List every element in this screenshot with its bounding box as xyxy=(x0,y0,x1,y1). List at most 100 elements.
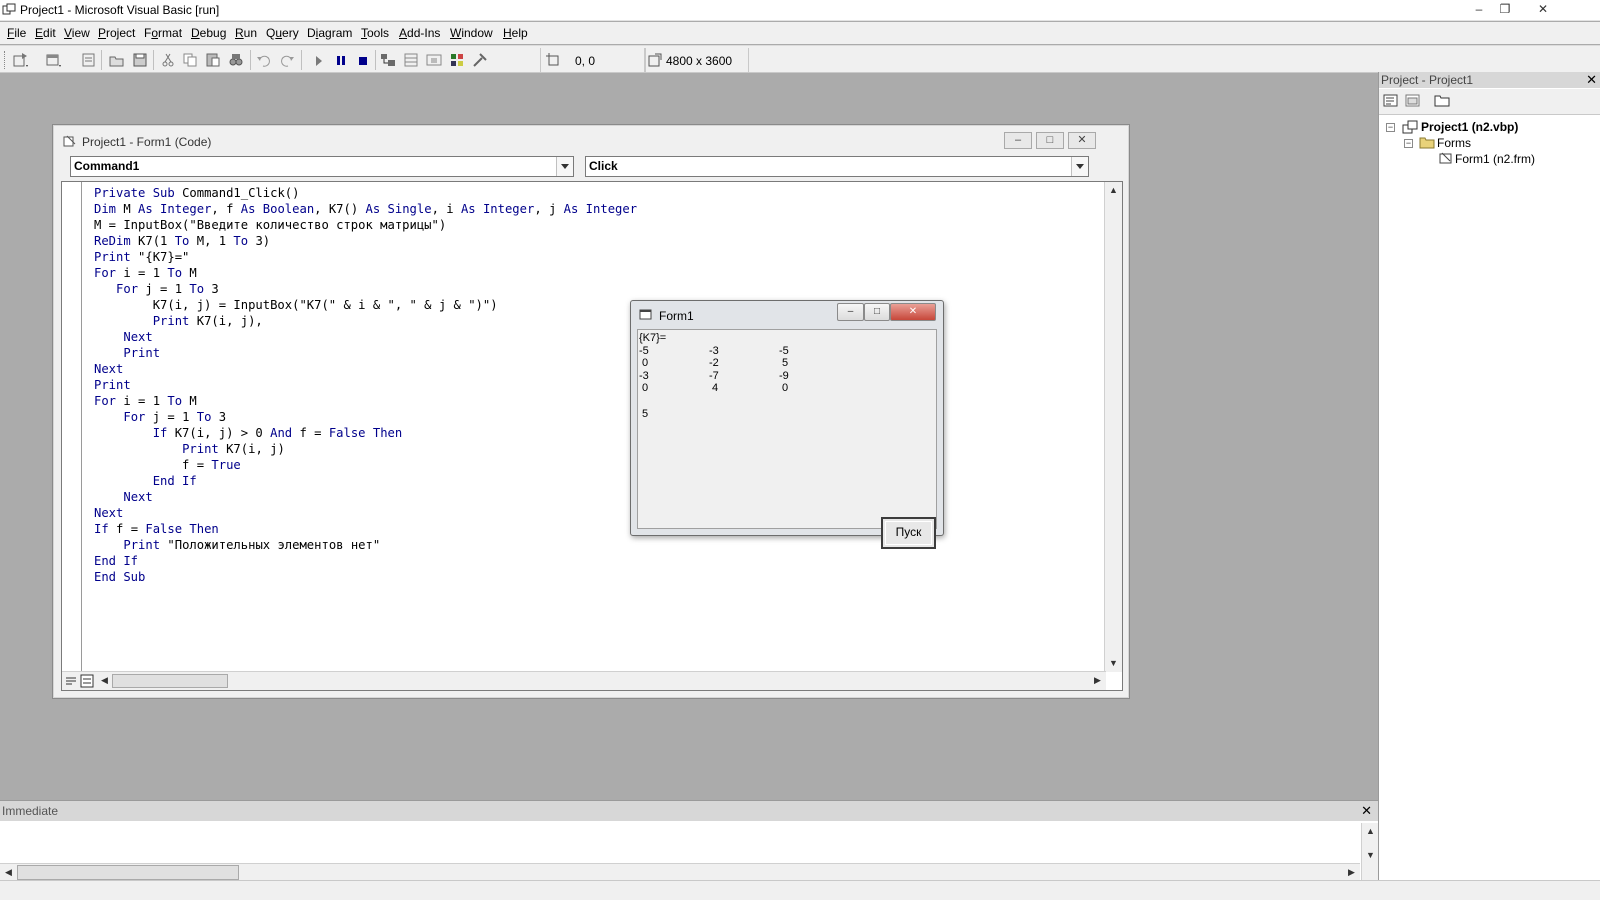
menu-project[interactable]: Project xyxy=(98,26,135,40)
code-line[interactable]: Next xyxy=(94,505,637,521)
code-minimize-button[interactable]: – xyxy=(1004,132,1032,149)
end-icon[interactable] xyxy=(354,51,372,69)
copy-icon[interactable] xyxy=(181,51,199,69)
form1-close-button[interactable]: ✕ xyxy=(890,303,936,321)
properties-window-icon[interactable] xyxy=(402,51,420,69)
immediate-vertical-scrollbar[interactable]: ▲ ▼ xyxy=(1361,823,1378,881)
menu-window[interactable]: Window xyxy=(450,26,493,40)
code-line[interactable]: M = InputBox("Введите количество строк м… xyxy=(94,217,637,233)
immediate-scroll-left-icon[interactable]: ◀ xyxy=(0,864,17,881)
code-line[interactable]: Print K7(i, j), xyxy=(94,313,637,329)
code-line[interactable]: Next xyxy=(94,489,637,505)
menu-edit[interactable]: Edit xyxy=(35,26,56,40)
toolbar-grip[interactable] xyxy=(4,51,7,69)
add-project-icon[interactable] xyxy=(12,51,30,69)
object-combo[interactable]: Command1 xyxy=(70,156,574,177)
menu-file[interactable]: File xyxy=(7,26,26,40)
tree-node-forms[interactable]: Forms xyxy=(1437,136,1471,150)
menu-query[interactable]: Query xyxy=(266,26,299,40)
menu-debug[interactable]: Debug xyxy=(191,26,226,40)
code-line[interactable]: Dim M As Integer, f As Boolean, K7() As … xyxy=(94,201,637,217)
procedure-combo[interactable]: Click xyxy=(585,156,1089,177)
procedure-view-icon[interactable] xyxy=(64,674,78,688)
scroll-up-icon[interactable]: ▲ xyxy=(1105,182,1122,199)
procedure-combo-arrow-icon[interactable] xyxy=(1071,157,1088,176)
scroll-down-icon[interactable]: ▼ xyxy=(1105,655,1122,672)
code-horizontal-scrollbar[interactable]: ◀ ▶ xyxy=(62,671,1106,690)
code-editor[interactable]: Private Sub Command1_Click() Dim M As Int… xyxy=(61,181,1123,691)
code-line[interactable]: If K7(i, j) > 0 And f = False Then xyxy=(94,425,637,441)
cut-icon[interactable] xyxy=(159,51,177,69)
paste-icon[interactable] xyxy=(204,51,222,69)
immediate-close-icon[interactable]: ✕ xyxy=(1361,803,1372,819)
code-line[interactable]: For j = 1 To 3 xyxy=(94,409,637,425)
code-line[interactable]: End If xyxy=(94,473,637,489)
menu-format[interactable]: Format xyxy=(144,26,182,40)
form1-window[interactable]: Form1 – □ ✕ {K7}= -5 -3 -5 0 -2 5 -3 -7 … xyxy=(630,300,944,549)
toggle-folders-icon[interactable] xyxy=(1434,93,1450,107)
code-window[interactable]: Project1 - Form1 (Code) – □ ✕ Command1 C… xyxy=(52,124,1130,699)
full-module-view-icon[interactable] xyxy=(80,674,94,688)
form1-minimize-button[interactable]: – xyxy=(837,303,864,321)
tree-node-project[interactable]: Project1 (n2.vbp) xyxy=(1421,120,1518,134)
code-line[interactable]: Print K7(i, j) xyxy=(94,441,637,457)
menu-view[interactable]: View xyxy=(64,26,90,40)
code-vertical-scrollbar[interactable]: ▲ ▼ xyxy=(1104,182,1122,672)
immediate-horizontal-scrollbar[interactable]: ◀ ▶ xyxy=(0,863,1360,881)
break-icon[interactable] xyxy=(332,51,350,69)
immediate-scroll-thumb[interactable] xyxy=(17,865,239,880)
scroll-left-icon[interactable]: ◀ xyxy=(96,672,113,689)
form-layout-icon[interactable] xyxy=(425,51,443,69)
code-line[interactable]: f = True xyxy=(94,457,637,473)
code-line[interactable]: Next xyxy=(94,329,637,345)
object-combo-arrow-icon[interactable] xyxy=(556,157,573,176)
margin-indicator-bar[interactable] xyxy=(62,182,82,672)
code-line[interactable]: For j = 1 To 3 xyxy=(94,281,637,297)
expander-forms-icon[interactable]: − xyxy=(1404,139,1413,148)
scroll-right-icon[interactable]: ▶ xyxy=(1089,672,1106,689)
immediate-scroll-up-icon[interactable]: ▲ xyxy=(1362,823,1379,840)
object-browser-icon[interactable] xyxy=(448,51,466,69)
form1-maximize-button[interactable]: □ xyxy=(864,303,890,321)
menu-diagram[interactable]: Diagram xyxy=(307,26,352,40)
tree-node-form1[interactable]: Form1 (n2.frm) xyxy=(1455,152,1535,166)
code-line[interactable]: For i = 1 To M xyxy=(94,393,637,409)
code-line[interactable]: Print xyxy=(94,377,637,393)
project-explorer-close-icon[interactable]: ✕ xyxy=(1586,72,1597,88)
horizontal-scroll-thumb[interactable] xyxy=(112,674,228,688)
toolbox-icon[interactable] xyxy=(471,51,489,69)
menu-help[interactable]: Help xyxy=(503,26,528,40)
code-line[interactable]: End If xyxy=(94,553,637,569)
expander-project-icon[interactable]: − xyxy=(1386,123,1395,132)
run-button[interactable]: Пуск xyxy=(881,517,936,549)
close-button[interactable]: ✕ xyxy=(1530,0,1556,18)
save-project-icon[interactable] xyxy=(131,51,149,69)
find-icon[interactable] xyxy=(227,51,245,69)
code-close-button[interactable]: ✕ xyxy=(1068,132,1096,149)
minimize-button[interactable]: – xyxy=(1466,0,1492,18)
undo-icon[interactable] xyxy=(255,51,273,69)
start-icon[interactable] xyxy=(310,51,328,69)
code-line[interactable]: K7(i, j) = InputBox("K7(" & i & ", " & j… xyxy=(94,297,637,313)
open-project-icon[interactable] xyxy=(108,51,126,69)
code-line[interactable]: End Sub xyxy=(94,569,637,585)
code-line[interactable]: Private Sub Command1_Click() xyxy=(94,185,637,201)
menu-editor-icon[interactable] xyxy=(80,51,98,69)
immediate-scroll-down-icon[interactable]: ▼ xyxy=(1362,847,1379,864)
code-line[interactable]: Print "Положительных элементов нет" xyxy=(94,537,637,553)
immediate-scroll-right-icon[interactable]: ▶ xyxy=(1343,864,1360,881)
add-form-icon[interactable] xyxy=(45,51,63,69)
view-object-icon[interactable] xyxy=(1405,94,1421,108)
code-line[interactable]: Print xyxy=(94,345,637,361)
restore-button[interactable]: ❐ xyxy=(1492,0,1518,18)
code-text[interactable]: Private Sub Command1_Click() Dim M As Int… xyxy=(94,185,637,585)
redo-icon[interactable] xyxy=(278,51,296,69)
view-code-icon[interactable] xyxy=(1383,94,1399,108)
code-maximize-button[interactable]: □ xyxy=(1036,132,1064,149)
project-explorer-icon[interactable] xyxy=(379,51,397,69)
code-line[interactable]: Next xyxy=(94,361,637,377)
code-line[interactable]: For i = 1 To M xyxy=(94,265,637,281)
menu-add-ins[interactable]: Add-Ins xyxy=(399,26,440,40)
code-line[interactable]: Print "{K7}=" xyxy=(94,249,637,265)
code-line[interactable]: If f = False Then xyxy=(94,521,637,537)
